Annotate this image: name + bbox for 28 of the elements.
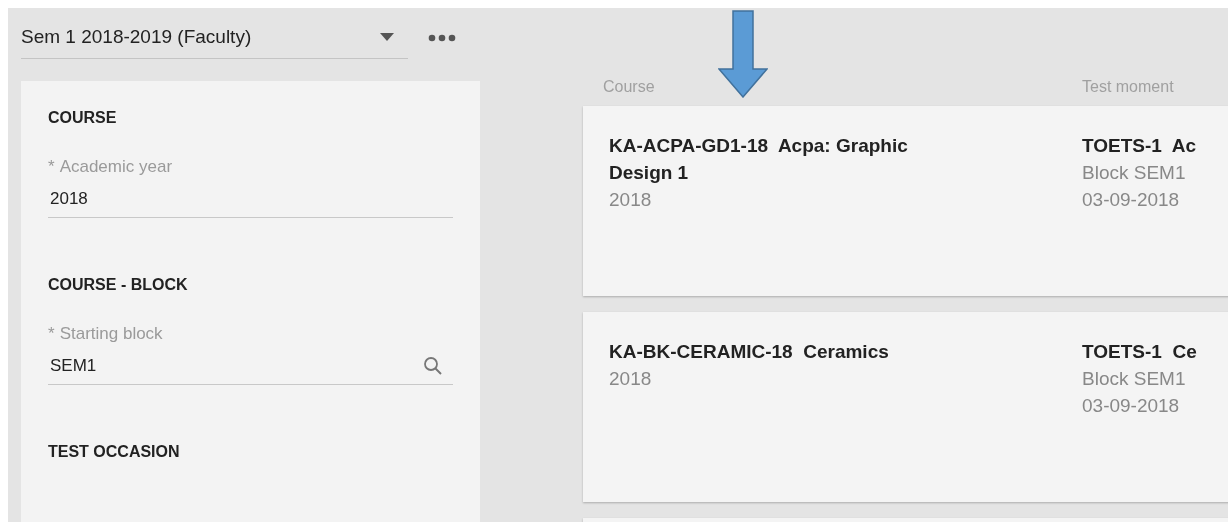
course-year: 2018 bbox=[609, 367, 652, 391]
block-label: Block SEM1 bbox=[1082, 367, 1186, 391]
column-header: Test moment bbox=[1082, 78, 1174, 96]
field-label: * Academic year bbox=[48, 157, 173, 177]
course-title: KA-BK-CERAMIC-18 Ceramics bbox=[609, 340, 889, 364]
course-title: KA-ACPA-GD1-18 Acpa: Graphic Design 1 bbox=[609, 134, 909, 185]
more-icon[interactable] bbox=[428, 33, 456, 42]
test-title: TOETS-1 Ac bbox=[1082, 134, 1197, 158]
arrow-icon bbox=[718, 10, 768, 98]
field-label: * Starting block bbox=[48, 324, 163, 344]
field-value: 2018 bbox=[49, 189, 88, 209]
course-card[interactable]: KA-BK-CERAMIC-18 Ceramics 2018 TOETS-1 Ce Block SEM1 03-09-2018 bbox=[583, 312, 1228, 502]
test-date: 03-09-2018 bbox=[1082, 394, 1180, 418]
course-year: 2018 bbox=[609, 188, 652, 212]
section-title: TEST OCCASION bbox=[48, 443, 180, 461]
test-date: 03-09-2018 bbox=[1082, 188, 1180, 212]
search-icon[interactable] bbox=[423, 356, 443, 376]
field-value: SEM1 bbox=[49, 356, 97, 376]
period-dropdown[interactable]: Sem 1 2018-2019 (Faculty) bbox=[21, 16, 408, 59]
block-label: Block SEM1 bbox=[1082, 161, 1186, 185]
course-card[interactable]: KA-ACPA-GD1-18 Acpa: Graphic Design 1 2018 TOETS-1 Ac Block SEM1 03-09-2018 bbox=[583, 106, 1228, 296]
section-title: COURSE - BLOCK bbox=[48, 276, 188, 294]
section-title: COURSE bbox=[48, 109, 117, 127]
search-field[interactable]: * Starting block SEM1 bbox=[48, 324, 453, 385]
input-field[interactable]: * Academic year 2018 bbox=[48, 157, 453, 218]
test-title: TOETS-1 Ce bbox=[1082, 340, 1197, 364]
caret-icon bbox=[380, 33, 394, 41]
column-header: Course bbox=[603, 78, 656, 96]
